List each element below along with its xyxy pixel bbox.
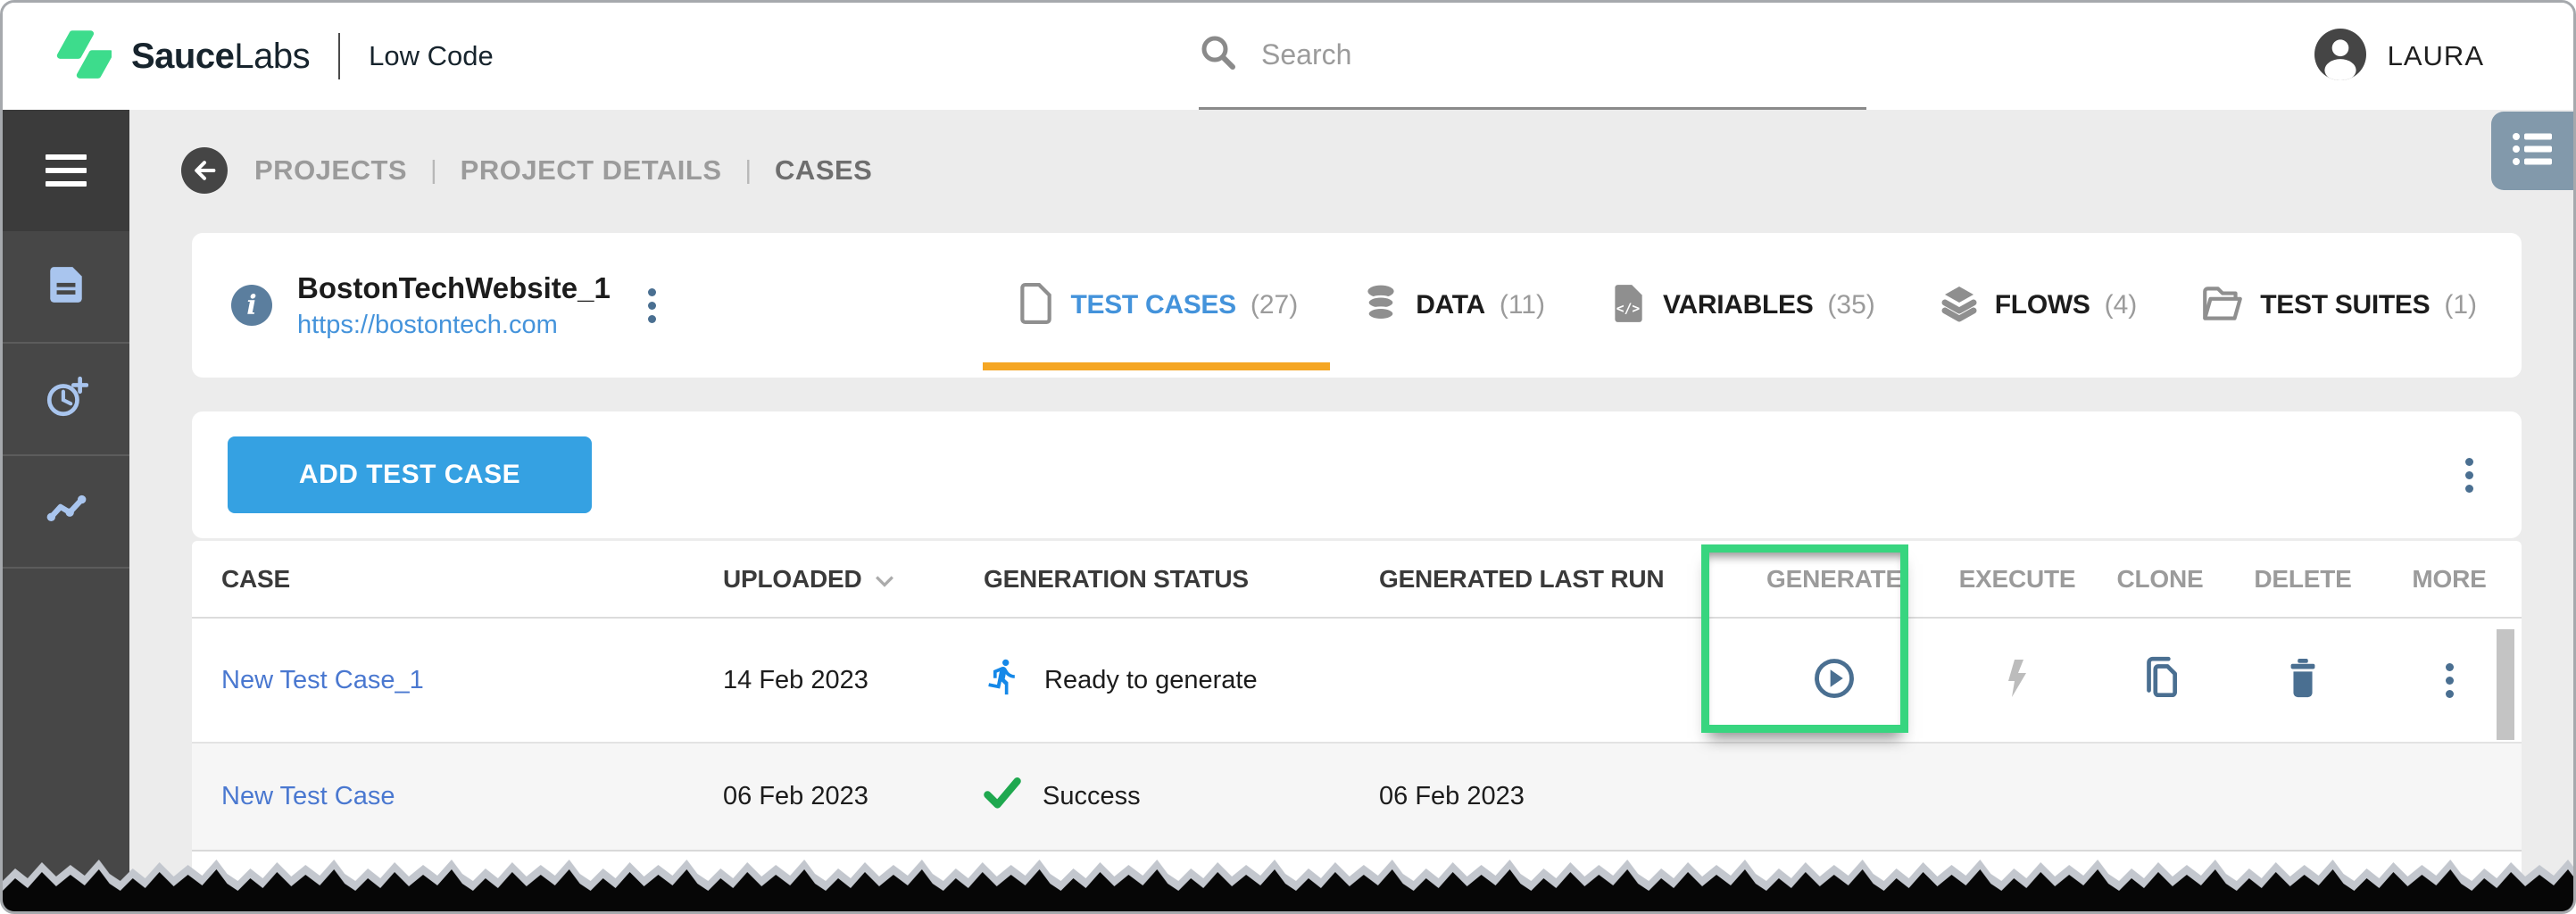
tab-data[interactable]: DATA (11) (1355, 282, 1550, 329)
breadcrumb-cases: CASES (775, 154, 872, 187)
trash-icon (2282, 656, 2323, 705)
generation-status: Success (984, 777, 1379, 817)
copy-icon (2139, 655, 2181, 706)
case-name-link[interactable]: New Test Case_1 (221, 666, 723, 695)
tab-label: FLOWS (1995, 290, 2090, 320)
sidebar-item-analytics[interactable] (3, 456, 129, 569)
header-delete: DELETE (2223, 565, 2382, 594)
breadcrumb-separator: | (745, 156, 752, 186)
sidebar-item-history[interactable] (3, 344, 129, 456)
tab-label: DATA (1416, 290, 1485, 320)
search-icon (1199, 33, 1238, 77)
product-name: Low Code (369, 40, 494, 72)
search-input[interactable]: Search (1199, 3, 1866, 110)
header-clone: CLONE (2097, 565, 2223, 594)
generated-last-run: 06 Feb 2023 (1379, 782, 1731, 811)
tab-label: TEST SUITES (2260, 290, 2430, 320)
tab-count: (4) (2105, 290, 2138, 320)
run-icon (984, 655, 1023, 705)
check-icon (984, 777, 1021, 817)
sidebar-item-projects[interactable] (3, 231, 129, 344)
tab-test-suites[interactable]: TEST SUITES (1) (2194, 282, 2482, 329)
tab-variables[interactable]: </> VARIABLES (35) (1602, 280, 1881, 331)
header-execute: EXECUTE (1938, 565, 2097, 594)
table-row: New Test Case_1 14 Feb 2023 Ready to gen… (192, 619, 2522, 744)
header-more: MORE (2382, 565, 2516, 594)
tab-label: TEST CASES (1070, 290, 1235, 320)
torn-edge-decoration (3, 849, 2573, 911)
tab-count: (35) (1827, 290, 1874, 320)
sidebar (3, 110, 129, 911)
table-header-row: CASE UPLOADED GENERATION STATUS GENERATE… (192, 541, 2522, 619)
tab-count: (1) (2444, 290, 2477, 320)
breadcrumb-separator: | (430, 156, 437, 186)
brand-name: SauceLabs (131, 37, 310, 77)
header-generation-status: GENERATION STATUS (984, 565, 1379, 594)
list-icon (2509, 128, 2555, 175)
brand: SauceLabs Low Code (53, 3, 494, 110)
tab-test-cases[interactable]: TEST CASES (27) (1010, 280, 1303, 331)
user-name: LAURA (2388, 40, 2484, 72)
clock-plus-icon (44, 375, 88, 424)
sidebar-menu-button[interactable] (3, 110, 129, 231)
generate-highlight-box (1701, 544, 1908, 733)
trend-icon (44, 487, 88, 536)
layers-icon (1938, 282, 1981, 329)
kebab-icon (2433, 658, 2466, 703)
lightning-icon (1999, 657, 2035, 704)
list-panel-button[interactable] (2491, 112, 2573, 190)
breadcrumb: PROJECTS | PROJECT DETAILS | CASES (181, 147, 872, 194)
document-icon (45, 263, 87, 311)
uploaded-date: 14 Feb 2023 (723, 666, 984, 695)
breadcrumb-project-details[interactable]: PROJECT DETAILS (461, 154, 722, 187)
execute-action[interactable] (1938, 657, 2097, 704)
header-uploaded[interactable]: UPLOADED (723, 565, 984, 594)
header-generated-last-run: GENERATED LAST RUN (1379, 565, 1731, 594)
project-url-link[interactable]: https://bostontech.com (297, 311, 611, 340)
tab-flows[interactable]: FLOWS (4) (1932, 282, 2142, 329)
status-text: Ready to generate (1044, 666, 1258, 695)
delete-action[interactable] (2223, 656, 2382, 705)
info-icon[interactable]: i (231, 285, 272, 326)
project-kebab-menu[interactable] (636, 283, 669, 328)
add-test-case-button[interactable]: ADD TEST CASE (228, 436, 592, 513)
tab-count: (11) (1500, 290, 1545, 320)
brand-bold: Sauce (131, 37, 234, 76)
toolbar-kebab-menu[interactable] (2453, 453, 2486, 498)
vertical-scrollbar[interactable] (2497, 629, 2514, 740)
folder-open-icon (2199, 282, 2246, 329)
avatar-icon (2314, 29, 2366, 85)
top-bar: SauceLabs Low Code Search (3, 3, 2573, 110)
breadcrumb-projects[interactable]: PROJECTS (254, 154, 407, 187)
project-header-card: i BostonTechWebsite_1 https://bostontech… (192, 233, 2522, 378)
chevron-down-icon (875, 565, 894, 594)
back-button[interactable] (181, 147, 228, 194)
header-case[interactable]: CASE (221, 565, 723, 594)
main-content: PROJECTS | PROJECT DETAILS | CASES i Bos… (129, 110, 2573, 911)
screenshot-frame: SauceLabs Low Code Search (0, 0, 2576, 914)
brand-regular: Labs (234, 37, 310, 76)
hamburger-menu-icon (46, 154, 87, 187)
project-tabs: TEST CASES (27) DATA (11) (1010, 280, 2482, 331)
database-icon (1360, 282, 1401, 329)
header-uploaded-label: UPLOADED (723, 565, 862, 594)
code-file-icon: </> (1608, 280, 1649, 331)
search-placeholder: Search (1261, 38, 1351, 71)
tab-count: (27) (1251, 290, 1298, 320)
tab-label: VARIABLES (1663, 290, 1813, 320)
project-info: i BostonTechWebsite_1 https://bostontech… (231, 271, 669, 340)
toolbar-card: ADD TEST CASE (192, 411, 2522, 538)
status-text: Success (1043, 782, 1141, 811)
file-icon (1015, 280, 1056, 331)
project-title: BostonTechWebsite_1 (297, 271, 611, 305)
case-name-link[interactable]: New Test Case (221, 782, 723, 811)
svg-text:</>: </> (1616, 301, 1641, 316)
generation-status: Ready to generate (984, 655, 1379, 705)
user-menu[interactable]: LAURA (2314, 3, 2484, 110)
table-row: New Test Case 06 Feb 2023 Success 06 Feb… (192, 744, 2522, 852)
clone-action[interactable] (2097, 655, 2223, 706)
brand-divider (338, 33, 340, 79)
saucelabs-logo-icon (53, 25, 112, 88)
uploaded-date: 06 Feb 2023 (723, 782, 984, 811)
